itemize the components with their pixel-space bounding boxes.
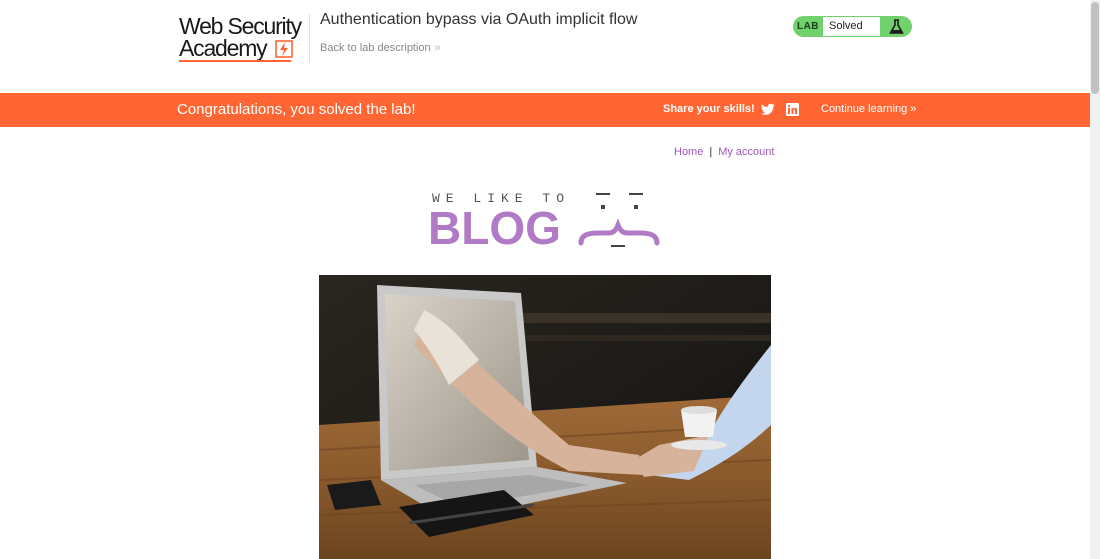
continue-learning-link[interactable]: Continue learning» bbox=[821, 103, 916, 115]
lab-status-widget: LAB Solved bbox=[793, 16, 912, 37]
chevron-right-icon: » bbox=[910, 103, 917, 115]
lab-status-text: Solved bbox=[823, 17, 880, 36]
lab-flask-icon bbox=[889, 19, 904, 34]
lab-title: Authentication bypass via OAuth implicit… bbox=[320, 11, 638, 28]
linkedin-icon[interactable] bbox=[786, 103, 799, 116]
solved-notification-bar: Congratulations, you solved the lab! Sha… bbox=[0, 93, 1090, 127]
web-security-academy-logo[interactable]: Web Security Academy bbox=[179, 14, 309, 62]
twitter-icon[interactable] bbox=[761, 103, 775, 116]
share-label: Share your skills! bbox=[663, 103, 755, 115]
logo-line2: Academy bbox=[179, 35, 268, 61]
logo-bolt-icon bbox=[275, 40, 293, 58]
page-scrollbar[interactable] bbox=[1090, 0, 1100, 559]
blog-post-image[interactable] bbox=[319, 275, 771, 559]
congratulations-message: Congratulations, you solved the lab! bbox=[177, 101, 416, 118]
back-to-lab-description-link[interactable]: Back to lab description» bbox=[320, 42, 441, 54]
logo-underline bbox=[179, 60, 291, 62]
lab-tag: LAB bbox=[796, 21, 820, 32]
scrollbar-thumb[interactable] bbox=[1091, 2, 1099, 94]
blog-title: BLOG bbox=[428, 202, 561, 254]
blog-face-icon bbox=[578, 193, 660, 247]
header-divider bbox=[309, 14, 310, 62]
nav-separator: | bbox=[709, 146, 713, 158]
lab-header: Web Security Academy Authentication bypa… bbox=[0, 0, 1090, 93]
blog-header-logo: WE LIKE TO BLOG bbox=[428, 188, 663, 254]
back-link-label: Back to lab description bbox=[320, 42, 431, 54]
home-link[interactable]: Home bbox=[674, 146, 703, 158]
chevron-right-icon: » bbox=[434, 42, 441, 54]
blog-top-nav: Home | My account bbox=[674, 146, 774, 158]
continue-learning-label: Continue learning bbox=[821, 103, 908, 115]
my-account-link[interactable]: My account bbox=[718, 146, 774, 158]
